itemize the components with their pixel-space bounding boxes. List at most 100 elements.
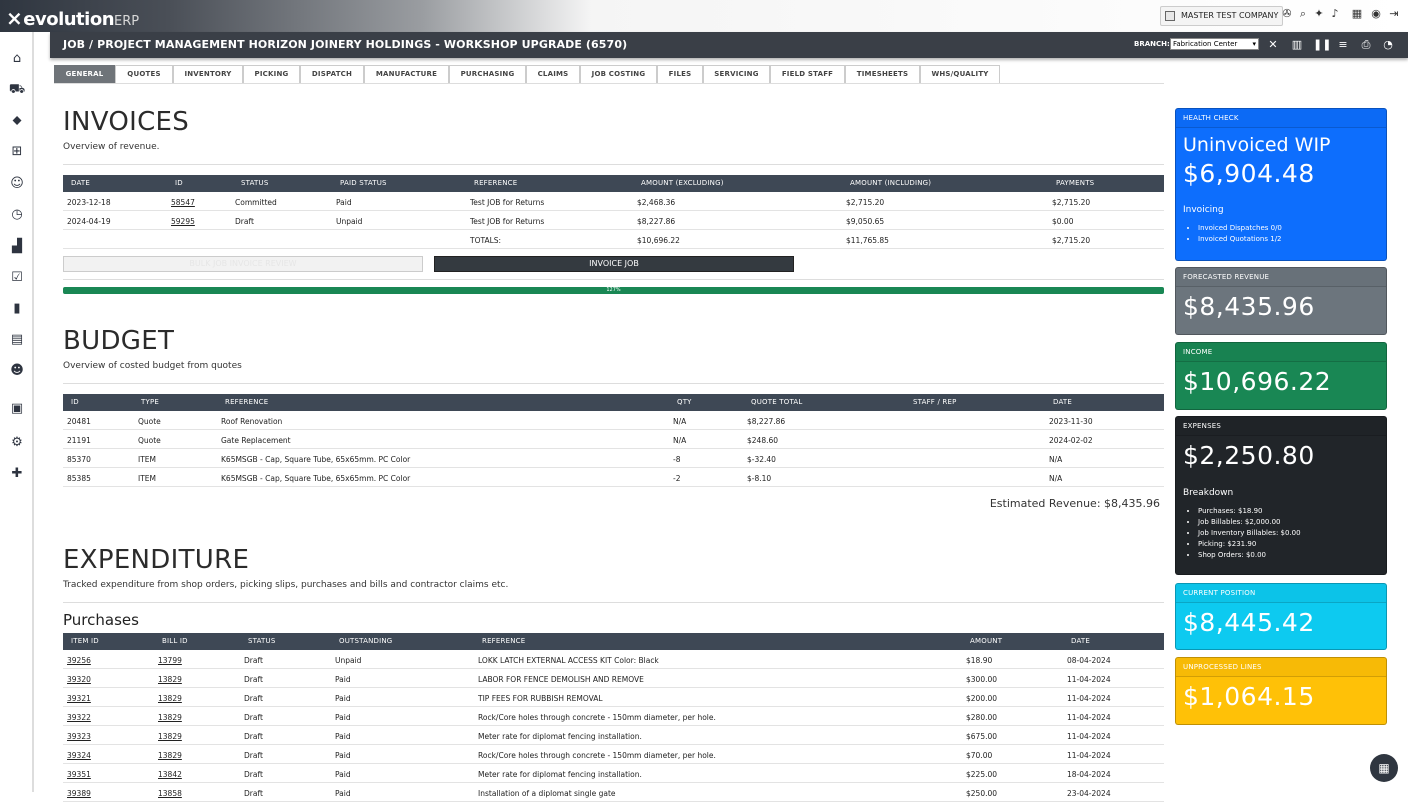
tab-files[interactable]: FILES	[657, 65, 703, 84]
bell-icon[interactable]: ♪	[1329, 8, 1341, 20]
col-staff-rep: STAFF / REP	[913, 398, 957, 406]
card-list: Invoiced Dispatches 0/0 Invoiced Quotati…	[1198, 223, 1282, 245]
row-link[interactable]: 13829	[158, 751, 182, 760]
job-title: JOB / PROJECT MANAGEMENT HORIZON JOINERY…	[63, 38, 628, 51]
company-selector[interactable]: MASTER TEST COMPANY	[1160, 6, 1284, 26]
table-cell: Paid	[335, 675, 351, 684]
briefcase-icon[interactable]: ▣	[8, 400, 26, 418]
card-value: $10,696.22	[1183, 367, 1332, 396]
clock-icon[interactable]: ◷	[8, 206, 26, 224]
table-cell: Meter rate for diplomat fencing installa…	[478, 770, 642, 779]
col-date: DATE	[71, 179, 91, 187]
tab-job-costing[interactable]: JOB COSTING	[580, 65, 657, 84]
table-cell: Draft	[244, 713, 263, 722]
tab-picking[interactable]: PICKING	[243, 65, 300, 84]
cell-paid-status: Unpaid	[336, 217, 363, 226]
table-cell: 11-04-2024	[1067, 751, 1111, 760]
row-link[interactable]: 39256	[67, 656, 91, 665]
factory-icon[interactable]: ▟	[8, 238, 26, 256]
row-link[interactable]: 13799	[158, 656, 182, 665]
row-link[interactable]: 39320	[67, 675, 91, 684]
timer-icon[interactable]: ◔	[1381, 38, 1395, 52]
company-name: MASTER TEST COMPANY	[1181, 11, 1279, 20]
cell-payments: $0.00	[1052, 217, 1074, 226]
row-link[interactable]: 13829	[158, 713, 182, 722]
print-icon[interactable]: ⎙	[1359, 38, 1373, 52]
row-link[interactable]: 13829	[158, 675, 182, 684]
calendar-icon[interactable]: ▦	[1351, 8, 1363, 20]
invoice-link[interactable]: 58547	[171, 198, 195, 207]
cart-icon[interactable]: ⛟	[8, 81, 26, 99]
user-settings-icon[interactable]: ☺	[8, 175, 26, 193]
tab-purchasing[interactable]: PURCHASING	[449, 65, 526, 84]
bank-icon[interactable]: ⊞	[8, 143, 26, 161]
col-reference: REFERENCE	[474, 179, 518, 187]
gear-icon[interactable]: ⚙	[8, 434, 26, 452]
table-cell: Draft	[244, 789, 263, 798]
invoice-job-button[interactable]: INVOICE JOB	[434, 256, 794, 272]
home-icon[interactable]: ⌂	[8, 50, 26, 68]
tab-general[interactable]: GENERAL	[54, 65, 115, 84]
table-cell: 18-04-2024	[1067, 770, 1111, 779]
row-link[interactable]: 39323	[67, 732, 91, 741]
store-icon[interactable]: ▤	[8, 331, 26, 349]
table-cell: $-32.40	[747, 455, 776, 464]
table-cell: Meter rate for diplomat fencing installa…	[478, 732, 642, 741]
bar-chart-icon[interactable]: ▮	[8, 300, 26, 318]
logout-icon[interactable]: ⇥	[1388, 8, 1400, 20]
puzzle-icon[interactable]: ✚	[8, 465, 26, 483]
users-icon[interactable]: ☻	[8, 362, 26, 380]
row-link[interactable]: 39389	[67, 789, 91, 798]
clipboard-check-icon[interactable]: ☑	[8, 269, 26, 287]
col-status: STATUS	[241, 179, 269, 187]
table-cell: 11-04-2024	[1067, 675, 1111, 684]
table-cell: Unpaid	[335, 656, 362, 665]
sidebar: ⌂ ⛟ ⬥ ⊞ ☺ ◷ ▟ ☑ ▮ ▤ ☻ ▣ ⚙ ✚	[0, 32, 34, 792]
forecasted-revenue-card: FORECASTED REVENUE $8,435.96	[1175, 267, 1387, 335]
row-link[interactable]: 13829	[158, 732, 182, 741]
col-date: DATE	[1053, 398, 1073, 406]
row-link[interactable]: 13858	[158, 789, 182, 798]
cell-date: 2023-12-18	[67, 198, 111, 207]
divider	[63, 164, 1164, 165]
branch-select[interactable]: Fabrication Center ▾	[1170, 38, 1259, 50]
row-link[interactable]: 39322	[67, 713, 91, 722]
totals-row: TOTALS: $10,696.22 $11,765.85 $2,715.20	[63, 230, 1164, 249]
extension-icon[interactable]: ✦	[1313, 8, 1325, 20]
list-icon[interactable]: ≡	[1336, 38, 1350, 52]
search-icon[interactable]: ⌕	[1297, 8, 1309, 20]
row-link[interactable]: 13829	[158, 694, 182, 703]
row-link[interactable]: 13842	[158, 770, 182, 779]
tab-inventory[interactable]: INVENTORY	[173, 65, 243, 84]
bell-off-icon[interactable]: ✕	[1266, 38, 1280, 52]
tab-servicing[interactable]: SERVICING	[703, 65, 770, 84]
tab-field-staff[interactable]: FIELD STAFF	[770, 65, 845, 84]
clipboard-icon[interactable]: ▥	[1290, 38, 1304, 52]
tab-whs-quality[interactable]: WHS/QUALITY	[920, 65, 1000, 84]
col-amount: AMOUNT	[970, 637, 1003, 645]
tab-manufacture[interactable]: MANUFACTURE	[364, 65, 449, 84]
tab-timesheets[interactable]: TIMESHEETS	[845, 65, 920, 84]
calculator-button[interactable]: ▦	[1370, 754, 1398, 782]
row-link[interactable]: 39351	[67, 770, 91, 779]
table-row: 39324 13829 Draft Paid Rock/Core holes throu…	[63, 745, 1164, 764]
tab-claims[interactable]: CLAIMS	[526, 65, 580, 84]
pause-icon[interactable]: ❚❚	[1313, 38, 1331, 52]
tab-quotes[interactable]: QUOTES	[115, 65, 173, 84]
tab-dispatch[interactable]: DISPATCH	[300, 65, 364, 84]
table-row: 39389 13858 Draft Paid Installation of a dip…	[63, 783, 1164, 802]
divider	[63, 383, 1164, 384]
invoice-link[interactable]: 59295	[171, 217, 195, 226]
card-section: Breakdown	[1183, 488, 1234, 498]
expenses-card: EXPENSES $2,250.80 Breakdown Purchases: …	[1175, 416, 1387, 575]
table-cell: N/A	[673, 417, 687, 426]
app-logo[interactable]: ⨯evolutionERP	[6, 6, 139, 30]
bulk-invoice-review-button[interactable]: BULK JOB INVOICE REVIEW	[63, 256, 423, 272]
row-link[interactable]: 39324	[67, 751, 91, 760]
tag-icon[interactable]: ⬥	[8, 112, 26, 130]
support-icon[interactable]: ✇	[1281, 8, 1293, 20]
row-link[interactable]: 39321	[67, 694, 91, 703]
table-row: 39323 13829 Draft Paid Meter rate for diplom…	[63, 726, 1164, 745]
col-amount-excl: AMOUNT (EXCLUDING)	[641, 179, 724, 187]
user-icon[interactable]: ◉	[1370, 8, 1382, 20]
